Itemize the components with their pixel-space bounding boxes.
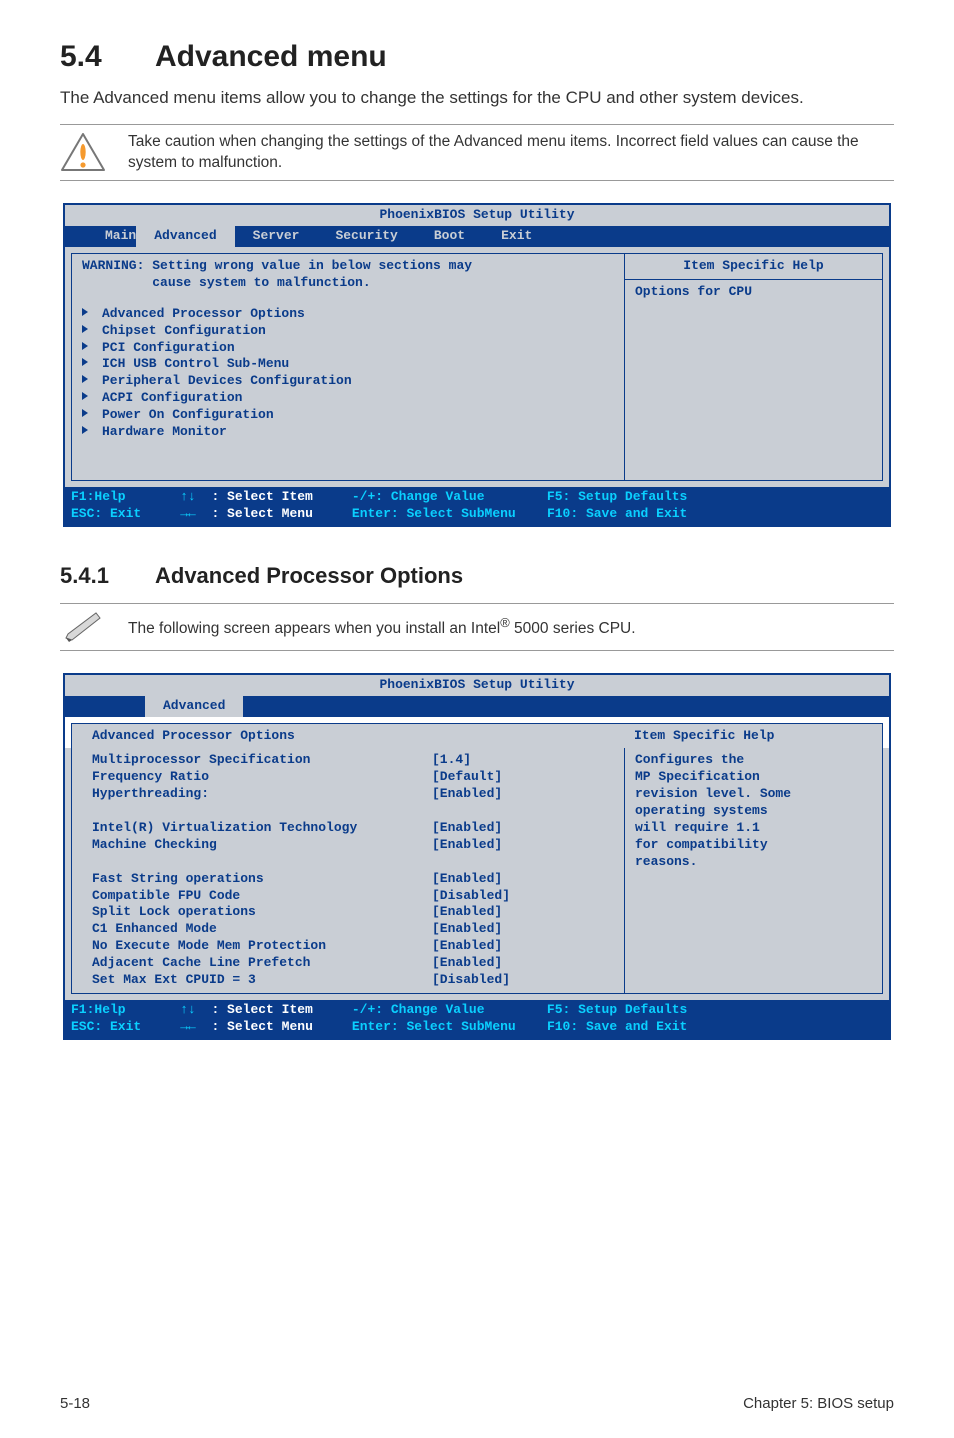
menu-acpi-config[interactable]: ACPI Configuration [82,390,614,407]
setting-label: Split Lock operations [92,904,432,921]
bios-menu-list: Advanced Processor Options Chipset Confi… [82,294,614,441]
setting-value[interactable]: [Disabled] [432,888,614,905]
heading-title: Advanced menu [155,40,387,73]
info-note: The following screen appears when you in… [60,603,894,651]
caution-text: Take caution when changing the settings … [128,131,894,174]
setting-label: Intel(R) Virtualization Technology [92,820,432,837]
tab-advanced[interactable]: Advanced [145,696,243,717]
setting-value[interactable]: [Enabled] [432,871,614,888]
help-body: Configures the MP Specification revision… [635,752,872,870]
pencil-icon [60,610,106,644]
setting-value[interactable]: [Enabled] [432,904,614,921]
setting-label: Machine Checking [92,837,432,854]
tab-advanced[interactable]: Advanced [136,226,234,247]
help-title: Item Specific Help [625,254,882,280]
chapter-label: Chapter 5: BIOS setup [743,1395,894,1412]
subheading: 5.4.1Advanced Processor Options [60,563,894,589]
setting-value[interactable] [432,803,614,820]
setting-label [92,803,432,820]
panel-title: Advanced Processor Options [92,728,295,743]
tab-server[interactable]: Server [235,226,318,247]
page-number: 5-18 [60,1395,90,1412]
bios-help-panel: Item Specific Help Options for CPU [625,253,883,481]
setting-value[interactable]: [Enabled] [432,820,614,837]
bios-title: PhoenixBIOS Setup Utility [65,675,889,696]
setting-label: Frequency Ratio [92,769,432,786]
setting-label: Multiprocessor Specification [92,752,432,769]
setting-label: Compatible FPU Code [92,888,432,905]
subheading-title: Advanced Processor Options [155,563,463,588]
bios-left-panel: Multiprocessor Specification[1.4]Frequen… [71,748,625,993]
help-body: Options for CPU [635,284,872,301]
menu-advanced-processor[interactable]: Advanced Processor Options [82,306,614,323]
page-footer: 5-18 Chapter 5: BIOS setup [60,1395,894,1412]
heading: 5.4Advanced menu [60,40,894,74]
heading-number: 5.4 [60,40,155,74]
bios-warning-line1: WARNING: Setting wrong value in below se… [82,258,614,275]
setting-label: C1 Enhanced Mode [92,921,432,938]
tab-boot[interactable]: Boot [416,226,483,247]
setting-value[interactable] [432,854,614,871]
help-title: Item Specific Help [634,728,872,745]
menu-peripheral-devices[interactable]: Peripheral Devices Configuration [82,373,614,390]
menu-ich-usb[interactable]: ICH USB Control Sub-Menu [82,356,614,373]
panel-title-row: Advanced Processor Options Item Specific… [71,723,883,749]
bios-keybar: F1:Help ↑↓ : Select Item -/+: Change Val… [65,1000,889,1038]
menu-chipset-config[interactable]: Chipset Configuration [82,323,614,340]
setting-label: No Execute Mode Mem Protection [92,938,432,955]
setting-value[interactable]: [Default] [432,769,614,786]
setting-label: Adjacent Cache Line Prefetch [92,955,432,972]
setting-label: Set Max Ext CPUID = 3 [92,972,432,989]
setting-label [92,854,432,871]
caution-note: Take caution when changing the settings … [60,124,894,181]
setting-value[interactable]: [Enabled] [432,938,614,955]
bios-title: PhoenixBIOS Setup Utility [65,205,889,226]
bios-tabbar: Advanced [65,696,889,717]
bios-keybar: F1:Help ↑↓ : Select Item -/+: Change Val… [65,487,889,525]
setting-value[interactable]: [Enabled] [432,921,614,938]
setting-value[interactable]: [Enabled] [432,955,614,972]
intro-text: The Advanced menu items allow you to cha… [60,86,894,110]
menu-pci-config[interactable]: PCI Configuration [82,340,614,357]
bios-help-panel: Configures the MP Specification revision… [625,748,883,993]
bios-left-panel: WARNING: Setting wrong value in below se… [71,253,625,481]
setting-value[interactable]: [1.4] [432,752,614,769]
bios-screen-advanced-menu: PhoenixBIOS Setup Utility Main Advanced … [63,203,891,527]
bios-warning-line2: cause system to malfunction. [82,275,614,292]
menu-power-on-config[interactable]: Power On Configuration [82,407,614,424]
tab-main[interactable]: Main [65,226,136,247]
setting-value[interactable]: [Enabled] [432,786,614,803]
setting-value[interactable]: [Disabled] [432,972,614,989]
bios-screen-processor-options: PhoenixBIOS Setup Utility Advanced Advan… [63,673,891,1040]
subheading-number: 5.4.1 [60,563,155,589]
tab-security[interactable]: Security [317,226,415,247]
bios-tabbar: Main Advanced Server Security Boot Exit [65,226,889,247]
tab-exit[interactable]: Exit [483,226,550,247]
menu-hardware-monitor[interactable]: Hardware Monitor [82,424,614,441]
warning-icon [60,132,106,172]
setting-value[interactable]: [Enabled] [432,837,614,854]
note-text: The following screen appears when you in… [128,614,636,640]
setting-label: Fast String operations [92,871,432,888]
setting-label: Hyperthreading: [92,786,432,803]
